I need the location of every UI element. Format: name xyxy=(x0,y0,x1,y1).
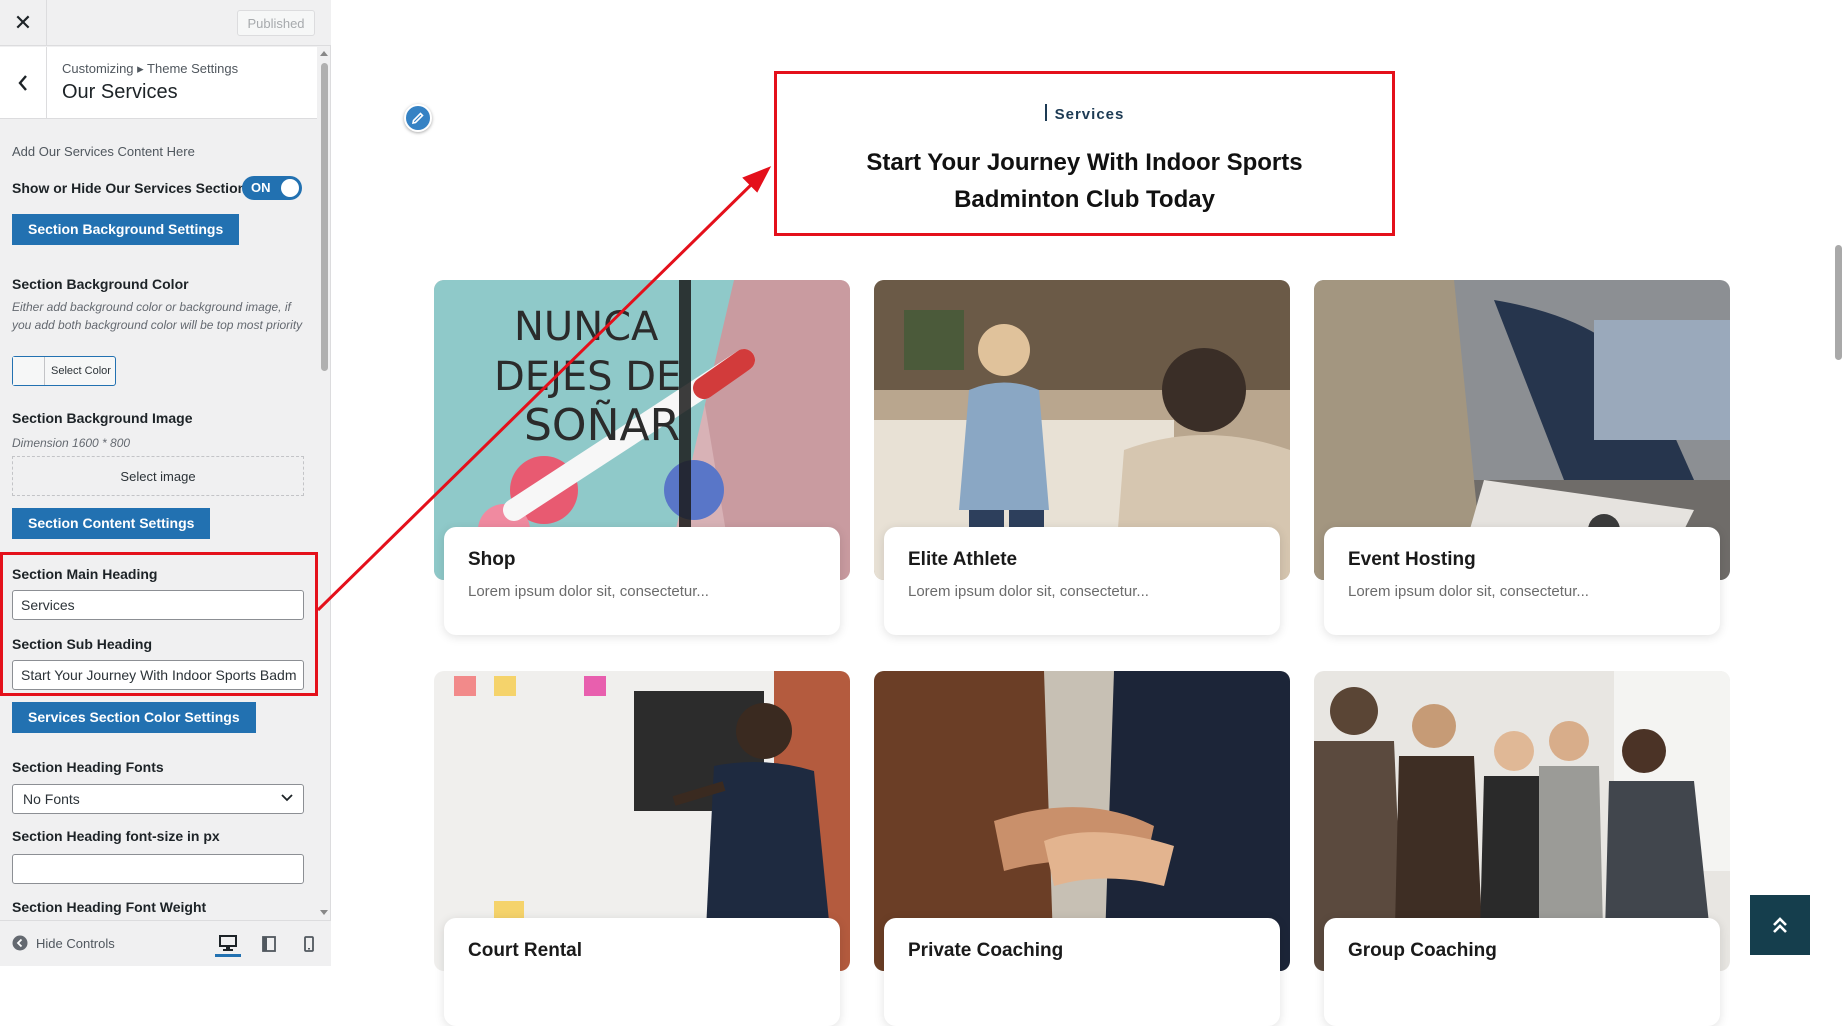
background-settings-button[interactable]: Section Background Settings xyxy=(12,214,240,245)
desktop-icon xyxy=(219,934,237,951)
service-card-info: Event Hosting Lorem ipsum dolor sit, con… xyxy=(1324,527,1720,635)
preview-scrollbar[interactable] xyxy=(1832,0,1846,966)
svg-text:DEJES DE: DEJES DE xyxy=(494,354,681,400)
published-button[interactable]: Published xyxy=(237,10,315,36)
section-tag: Services xyxy=(777,104,1392,123)
card-title: Event Hosting xyxy=(1348,549,1476,570)
svg-text:SOÑAR: SOÑAR xyxy=(524,399,680,451)
pencil-icon xyxy=(411,112,424,125)
color-swatch xyxy=(13,357,45,385)
panel-header: Customizing ▸ Theme Settings Our Service… xyxy=(0,47,317,119)
toggle-label: Show or Hide Our Services Section xyxy=(12,180,247,196)
card-title: Private Coaching xyxy=(908,940,1064,961)
bg-color-label: Section Background Color xyxy=(12,276,189,292)
bg-image-label: Section Background Image xyxy=(12,410,193,426)
main-heading-label: Section Main Heading xyxy=(12,566,158,582)
service-card-info: Private Coaching xyxy=(884,918,1280,1026)
edit-shortcut-button[interactable] xyxy=(404,104,432,132)
card-title: Group Coaching xyxy=(1348,940,1497,961)
panel-title: Our Services xyxy=(62,81,178,103)
back-button[interactable] xyxy=(0,47,47,119)
hide-controls-button[interactable]: Hide Controls xyxy=(12,935,115,951)
tablet-icon xyxy=(262,936,276,952)
chevron-left-icon xyxy=(18,75,27,91)
customizer-sidebar: ✕ Published Customizing ▸ Theme Settings… xyxy=(0,0,331,966)
toggle-state: ON xyxy=(251,180,271,195)
section-heading: Start Your Journey With Indoor Sports Ba… xyxy=(777,144,1392,218)
chevron-down-icon xyxy=(281,794,293,802)
select-color-label: Select Color xyxy=(51,365,111,377)
section-tag-text: Services xyxy=(1054,106,1125,123)
close-icon[interactable]: ✕ xyxy=(0,0,47,46)
desktop-preview-button[interactable] xyxy=(215,931,241,957)
sidebar-scroll-thumb[interactable] xyxy=(321,63,328,371)
bg-image-description: Dimension 1600 * 800 xyxy=(12,436,131,450)
heading-fonts-label: Section Heading Fonts xyxy=(12,759,164,775)
bg-color-description: Either add background color or backgroun… xyxy=(12,300,303,332)
section-heading-annotation: Services Start Your Journey With Indoor … xyxy=(774,71,1395,236)
tag-bar xyxy=(1044,104,1047,121)
select-image-button[interactable]: Select image xyxy=(12,456,304,496)
card-title: Shop xyxy=(468,549,516,570)
service-card-info: Group Coaching xyxy=(1324,918,1720,1026)
card-description: Lorem ipsum dolor sit, consectetur... xyxy=(468,583,709,600)
scroll-up-arrow[interactable] xyxy=(320,51,328,56)
card-title: Court Rental xyxy=(468,940,582,961)
heading-fonts-value: No Fonts xyxy=(23,791,80,807)
card-title: Elite Athlete xyxy=(908,549,1018,570)
sub-heading-label: Section Sub Heading xyxy=(12,636,153,652)
content-settings-button[interactable]: Section Content Settings xyxy=(12,508,211,539)
main-heading-input[interactable]: Services xyxy=(12,590,304,620)
heading-fonts-select[interactable]: No Fonts xyxy=(12,784,304,814)
card-description: Lorem ipsum dolor sit, consectetur... xyxy=(908,583,1149,600)
tablet-preview-button[interactable] xyxy=(256,931,282,957)
breadcrumb: Customizing ▸ Theme Settings xyxy=(62,61,239,76)
controls-panel: Add Our Services Content Here Show or Hi… xyxy=(0,120,317,920)
eye-icon xyxy=(12,935,28,951)
sidebar-scrollbar[interactable] xyxy=(318,46,330,920)
font-size-input[interactable] xyxy=(12,854,304,884)
toggle-knob xyxy=(281,179,299,197)
heading-line-1: Start Your Journey With Indoor Sports xyxy=(866,149,1303,176)
service-card-info: Court Rental xyxy=(444,918,840,1026)
svg-text:NUNCA: NUNCA xyxy=(514,304,659,350)
services-section-toggle[interactable]: ON xyxy=(242,176,302,200)
customizer-footer: Hide Controls xyxy=(0,920,331,966)
scroll-down-arrow[interactable] xyxy=(320,910,328,915)
heading-line-2: Badminton Club Today xyxy=(954,186,1215,213)
mobile-icon xyxy=(304,936,314,952)
preview-scroll-thumb[interactable] xyxy=(1835,245,1842,360)
font-weight-label: Section Heading Font Weight xyxy=(12,899,207,915)
scroll-to-top-button[interactable] xyxy=(1750,895,1810,955)
color-settings-button[interactable]: Services Section Color Settings xyxy=(12,702,256,733)
service-card-info: Elite Athlete Lorem ipsum dolor sit, con… xyxy=(884,527,1280,635)
mobile-preview-button[interactable] xyxy=(296,931,322,957)
intro-text: Add Our Services Content Here xyxy=(12,144,195,159)
card-description: Lorem ipsum dolor sit, consectetur... xyxy=(1348,583,1589,600)
font-size-label: Section Heading font-size in px xyxy=(12,828,220,844)
double-chevron-up-icon xyxy=(1773,917,1787,933)
service-card-info: Shop Lorem ipsum dolor sit, consectetur.… xyxy=(444,527,840,635)
select-color-button[interactable]: Select Color xyxy=(12,356,116,386)
hide-controls-label: Hide Controls xyxy=(36,935,115,951)
customizer-top-bar: ✕ Published xyxy=(0,0,331,46)
sub-heading-input[interactable]: Start Your Journey With Indoor Sports Ba… xyxy=(12,660,304,690)
